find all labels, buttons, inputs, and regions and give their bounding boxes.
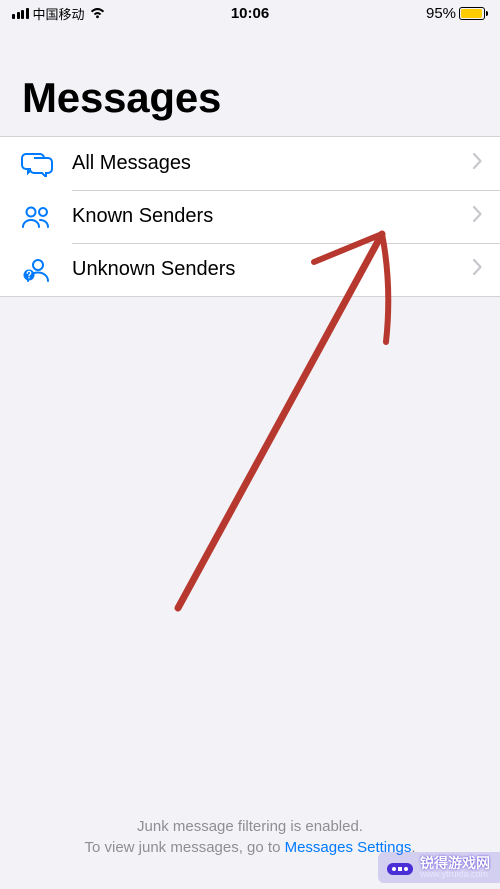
filters-list: All Messages Known Senders [0, 136, 500, 297]
watermark-url: www.ytruida.com [420, 870, 490, 879]
chevron-right-icon [473, 153, 482, 174]
filter-label: Known Senders [72, 205, 473, 228]
battery-icon [459, 7, 488, 20]
footer-line2-prefix: To view junk messages, go to [84, 839, 284, 856]
filter-all-messages[interactable]: All Messages [0, 137, 500, 190]
filter-known-senders[interactable]: Known Senders [0, 190, 500, 243]
watermark: 锐得游戏网 www.ytruida.com [378, 852, 500, 883]
filter-label: Unknown Senders [72, 258, 473, 281]
filter-unknown-senders[interactable]: Unknown Senders [0, 243, 500, 296]
status-left: 中国移动 [12, 4, 171, 23]
known-senders-icon [18, 205, 56, 229]
carrier-label: 中国移动 [33, 4, 85, 23]
signal-bars-icon [12, 8, 29, 19]
clock-time: 10:06 [171, 5, 330, 22]
status-right: 95% [329, 5, 488, 22]
chevron-right-icon [473, 259, 482, 280]
all-messages-icon [18, 151, 56, 177]
battery-fill [461, 9, 482, 18]
wifi-icon [89, 7, 106, 19]
status-bar: 中国移动 10:06 95% [0, 0, 500, 26]
unknown-senders-icon [18, 257, 56, 283]
footer-line1: Junk message filtering is enabled. [28, 816, 472, 838]
watermark-title: 锐得游戏网 [420, 856, 490, 870]
watermark-logo-icon [386, 857, 414, 879]
chevron-right-icon [473, 206, 482, 227]
page-title: Messages [0, 26, 500, 136]
filter-label: All Messages [72, 152, 473, 175]
battery-percent: 95% [426, 5, 456, 22]
